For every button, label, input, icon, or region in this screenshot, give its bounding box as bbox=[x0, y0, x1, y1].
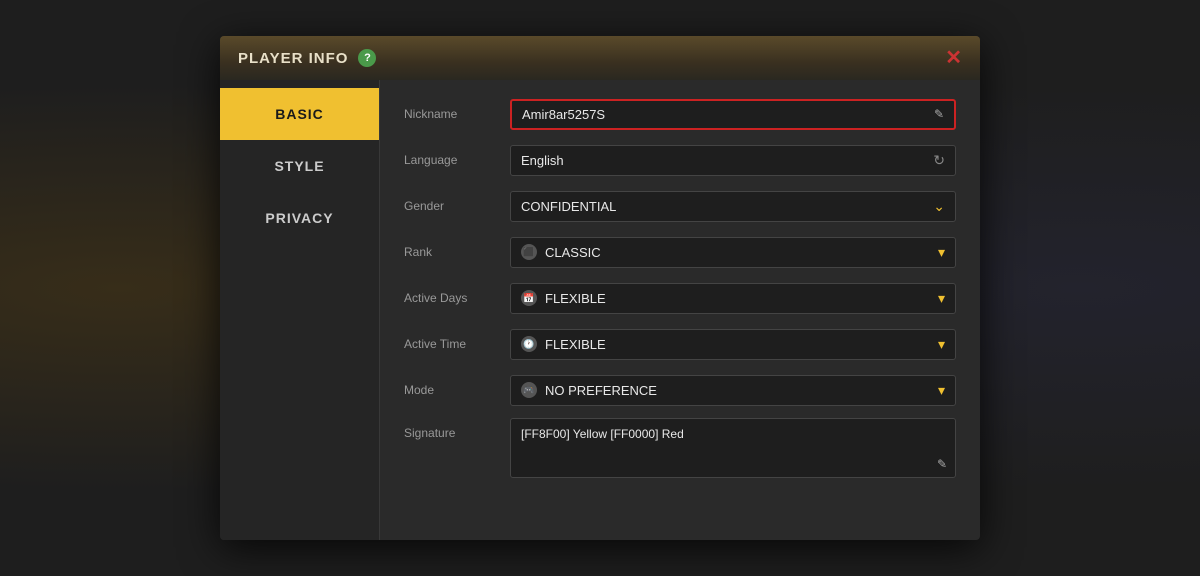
active-time-label: Active Time bbox=[404, 337, 494, 351]
active-time-left: 🕐 FLEXIBLE bbox=[521, 336, 606, 352]
language-dropdown[interactable]: English ↻ bbox=[510, 145, 956, 176]
language-value: English bbox=[521, 153, 564, 168]
mode-dropdown[interactable]: 🎮 NO PREFERENCE ▾ bbox=[510, 375, 956, 406]
nickname-label: Nickname bbox=[404, 107, 494, 121]
gender-row: Gender CONFIDENTIAL ⌄ bbox=[404, 188, 956, 224]
mode-field: 🎮 NO PREFERENCE ▾ bbox=[510, 375, 956, 406]
title-row: PLAYER INFO ? bbox=[238, 49, 376, 67]
active-days-row: Active Days 📅 FLEXIBLE ▾ bbox=[404, 280, 956, 316]
rank-icon: ⬛ bbox=[521, 244, 537, 260]
active-days-icon: 📅 bbox=[521, 290, 537, 306]
active-days-field: 📅 FLEXIBLE ▾ bbox=[510, 283, 956, 314]
gender-arrow-icon: ⌄ bbox=[933, 198, 945, 215]
gender-left: CONFIDENTIAL bbox=[521, 199, 616, 214]
rank-label: Rank bbox=[404, 245, 494, 259]
dialog-title: PLAYER INFO bbox=[238, 50, 348, 67]
sidebar-item-privacy[interactable]: PRIVACY bbox=[220, 192, 379, 244]
gender-field: CONFIDENTIAL ⌄ bbox=[510, 191, 956, 222]
mode-label: Mode bbox=[404, 383, 494, 397]
gender-dropdown[interactable]: CONFIDENTIAL ⌄ bbox=[510, 191, 956, 222]
rank-left: ⬛ CLASSIC bbox=[521, 244, 601, 260]
active-time-field: 🕐 FLEXIBLE ▾ bbox=[510, 329, 956, 360]
player-info-dialog: PLAYER INFO ? ✕ BASIC STYLE PRIVACY Nick… bbox=[220, 36, 980, 540]
active-days-left: 📅 FLEXIBLE bbox=[521, 290, 606, 306]
active-days-value: FLEXIBLE bbox=[545, 291, 606, 306]
dialog-header: PLAYER INFO ? ✕ bbox=[220, 36, 980, 80]
sidebar-item-basic[interactable]: BASIC bbox=[220, 88, 379, 140]
active-time-arrow-icon: ▾ bbox=[938, 336, 945, 353]
rank-row: Rank ⬛ CLASSIC ▾ bbox=[404, 234, 956, 270]
help-button[interactable]: ? bbox=[358, 49, 376, 67]
signature-field: [FF8F00] Yellow [FF0000] Red ✎ bbox=[510, 418, 956, 478]
rank-dropdown[interactable]: ⬛ CLASSIC ▾ bbox=[510, 237, 956, 268]
gender-value: CONFIDENTIAL bbox=[521, 199, 616, 214]
mode-arrow-icon: ▾ bbox=[938, 382, 945, 399]
main-content: Nickname Amir8ar5257S ✎ Language English… bbox=[380, 80, 980, 540]
language-field: English ↻ bbox=[510, 145, 956, 176]
mode-value: NO PREFERENCE bbox=[545, 383, 657, 398]
rank-field: ⬛ CLASSIC ▾ bbox=[510, 237, 956, 268]
signature-box[interactable]: [FF8F00] Yellow [FF0000] Red ✎ bbox=[510, 418, 956, 478]
mode-row: Mode 🎮 NO PREFERENCE ▾ bbox=[404, 372, 956, 408]
active-time-value: FLEXIBLE bbox=[545, 337, 606, 352]
nickname-edit-icon[interactable]: ✎ bbox=[934, 107, 944, 121]
rank-value: CLASSIC bbox=[545, 245, 601, 260]
nickname-box[interactable]: Amir8ar5257S ✎ bbox=[510, 99, 956, 130]
rank-arrow-icon: ▾ bbox=[938, 244, 945, 261]
active-days-arrow-icon: ▾ bbox=[938, 290, 945, 307]
active-time-icon: 🕐 bbox=[521, 336, 537, 352]
active-days-dropdown[interactable]: 📅 FLEXIBLE ▾ bbox=[510, 283, 956, 314]
signature-edit-icon[interactable]: ✎ bbox=[937, 457, 947, 471]
mode-icon: 🎮 bbox=[521, 382, 537, 398]
language-label: Language bbox=[404, 153, 494, 167]
active-time-row: Active Time 🕐 FLEXIBLE ▾ bbox=[404, 326, 956, 362]
dialog-body: BASIC STYLE PRIVACY Nickname Amir8ar5257… bbox=[220, 80, 980, 540]
sidebar-item-style[interactable]: STYLE bbox=[220, 140, 379, 192]
nickname-row: Nickname Amir8ar5257S ✎ bbox=[404, 96, 956, 132]
close-button[interactable]: ✕ bbox=[945, 48, 962, 68]
nickname-value: Amir8ar5257S bbox=[522, 107, 605, 122]
signature-row: Signature [FF8F00] Yellow [FF0000] Red ✎ bbox=[404, 418, 956, 478]
sidebar: BASIC STYLE PRIVACY bbox=[220, 80, 380, 540]
active-days-label: Active Days bbox=[404, 291, 494, 305]
active-time-dropdown[interactable]: 🕐 FLEXIBLE ▾ bbox=[510, 329, 956, 360]
gender-label: Gender bbox=[404, 199, 494, 213]
signature-label: Signature bbox=[404, 418, 494, 440]
language-refresh-icon[interactable]: ↻ bbox=[933, 152, 945, 169]
language-row: Language English ↻ bbox=[404, 142, 956, 178]
signature-value: [FF8F00] Yellow [FF0000] Red bbox=[521, 427, 684, 441]
nickname-field: Amir8ar5257S ✎ bbox=[510, 99, 956, 130]
mode-left: 🎮 NO PREFERENCE bbox=[521, 382, 657, 398]
